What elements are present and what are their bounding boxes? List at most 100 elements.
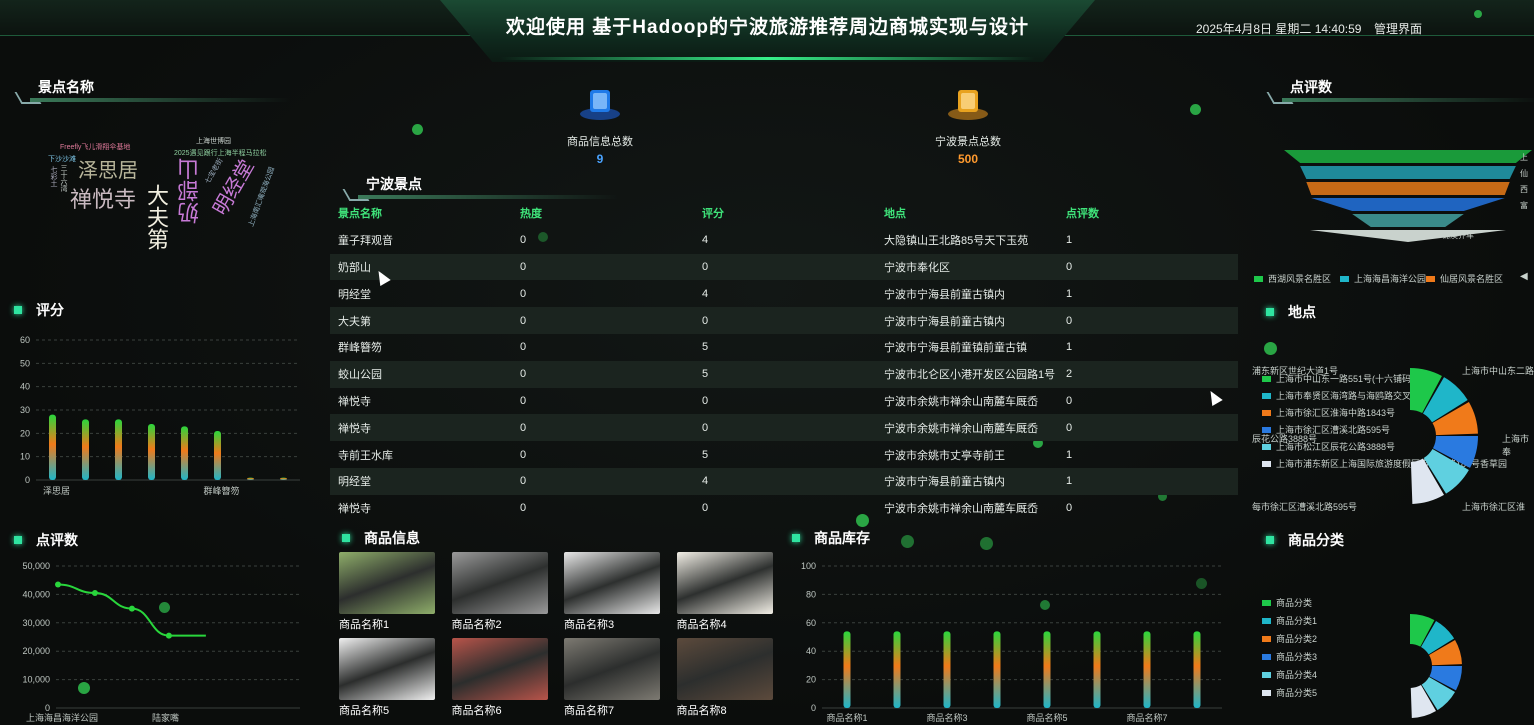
product-card[interactable]: 商品名称6 xyxy=(451,638,548,718)
decor-dot xyxy=(1190,104,1201,115)
legend-item[interactable]: 商品分类4 xyxy=(1262,668,1317,681)
table-row[interactable]: 明经堂 0 4 宁波市宁海县前童古镇内 1 xyxy=(330,467,1238,495)
inventory-bar xyxy=(1043,631,1051,708)
inventory-bar xyxy=(1143,631,1151,708)
product-image[interactable] xyxy=(339,638,435,700)
table-row[interactable]: 禅悦寺 0 0 宁波市余姚市禅余山南麓车厩岙 0 xyxy=(330,495,1238,522)
page-title: 欢迎使用 基于Hadoop的宁波旅游推荐周边商城实现与设计 xyxy=(506,17,1029,38)
table-row[interactable]: 明经堂 0 4 宁波市宁海县前童古镇内 1 xyxy=(330,280,1238,307)
y-tick-label: 100 xyxy=(801,561,816,571)
cloud-word: 下沙沙滩 xyxy=(48,156,76,163)
cloud-word: 2025遇见跟行上海半程马拉松 xyxy=(174,150,267,157)
review-point xyxy=(55,581,61,588)
x-tick-label: 上海海昌海洋公园 xyxy=(26,712,98,723)
table-row[interactable]: 蛟山公园 0 5 宁波市北仑区小港开发区公园路1号 2 xyxy=(330,360,1238,388)
legend-next-arrow[interactable]: ◀ xyxy=(1520,271,1528,282)
legend-label: 仙居风景名胜区 xyxy=(1440,274,1504,284)
table-cell: 0 xyxy=(520,394,527,407)
pie-outer-label: 上海市奉 xyxy=(1502,434,1530,457)
table-cell: 宁波市宁海县前童古镇内 xyxy=(884,315,1005,328)
legend-swatch xyxy=(1262,392,1271,399)
legend-label: 上海海昌海洋公园 xyxy=(1354,274,1427,284)
section-title-rating: 评分 xyxy=(14,300,64,320)
legend-label: 商品分类3 xyxy=(1276,652,1318,662)
product-name[interactable]: 商品名称2 xyxy=(452,616,548,632)
decor-dot xyxy=(901,535,914,548)
product-name[interactable]: 商品名称1 xyxy=(339,616,435,632)
legend-item[interactable]: 商品分类 xyxy=(1262,596,1312,609)
section-title-products: 商品信息 xyxy=(342,528,420,548)
table-cell: 宁波市奉化区 xyxy=(884,261,950,274)
legend-item[interactable]: 商品分类2 xyxy=(1262,632,1317,645)
funnel-label: 仙 xyxy=(1520,168,1528,178)
table-cell: 蛟山公园 xyxy=(338,369,382,382)
table-header: 景点名称 xyxy=(338,208,382,221)
inventory-bar xyxy=(893,631,901,708)
product-card[interactable]: 商品名称8 xyxy=(676,638,773,718)
product-card[interactable]: 商品名称4 xyxy=(676,552,773,632)
legend-swatch xyxy=(1254,275,1263,282)
product-card[interactable]: 商品名称5 xyxy=(339,638,435,718)
legend-item[interactable]: 商品分类5 xyxy=(1262,686,1317,699)
table-cell: 奶部山 xyxy=(338,261,371,274)
table-cell: 0 xyxy=(520,287,527,300)
table-cell: 0 xyxy=(520,448,527,461)
product-name[interactable]: 商品名称3 xyxy=(564,616,660,632)
section-title-ningbo-spots: 宁波景点 xyxy=(338,171,628,199)
product-image[interactable] xyxy=(451,552,548,614)
table-cell: 0 xyxy=(520,234,527,247)
legend-label: 商品分类4 xyxy=(1276,670,1318,680)
y-tick-label: 20,000 xyxy=(22,646,50,656)
pie-outer-label: 辰花公路3888号 xyxy=(1252,434,1318,444)
legend-item[interactable]: 商品分类1 xyxy=(1262,614,1317,627)
category-pie-chart xyxy=(1410,614,1462,718)
admin-link[interactable]: 管理界面 xyxy=(1374,20,1422,37)
product-card[interactable]: 商品名称7 xyxy=(564,638,660,718)
legend-item[interactable]: 西湖风景名胜区 xyxy=(1254,272,1331,285)
y-tick-label: 10,000 xyxy=(22,675,50,685)
table-row[interactable]: 寺前王水库 0 5 宁波市余姚市丈亭寺前王 1 xyxy=(330,441,1238,468)
table-cell: 0 xyxy=(520,341,527,354)
product-card[interactable]: 商品名称2 xyxy=(451,552,548,632)
legend-item[interactable]: 上海海昌海洋公园 xyxy=(1340,272,1426,285)
rating-chart: 0 10 20 30 40 50 60 泽思居 群峰簪笏 xyxy=(20,335,300,496)
product-card[interactable]: 商品名称1 xyxy=(339,552,435,632)
legend-item[interactable]: 仙居风景名胜区 xyxy=(1426,272,1503,285)
product-image[interactable] xyxy=(676,552,773,614)
x-tick-label: 泽思居 xyxy=(43,486,70,496)
table-cell: 明经堂 xyxy=(338,476,371,489)
table-row[interactable]: 群峰簪笏 0 5 宁波市宁海县前童镇前童古镇 1 xyxy=(330,334,1238,361)
table-cell: 宁波市余姚市丈亭寺前王 xyxy=(884,449,1005,462)
review-funnel-chart: 上仙西富锦溪乔车 xyxy=(1284,150,1532,242)
legend-label: 商品分类1 xyxy=(1276,616,1318,626)
y-tick-label: 30,000 xyxy=(22,618,50,628)
section-title-review-count: 点评数 xyxy=(14,530,78,550)
stat-label: 宁波景点总数 xyxy=(935,136,1001,148)
table-row[interactable]: 禅悦寺 0 0 宁波市余姚市禅余山南麓车厩岙 0 xyxy=(330,388,1238,415)
rating-bar xyxy=(115,419,122,480)
product-name[interactable]: 商品名称4 xyxy=(677,616,773,632)
table-cell: 5 xyxy=(702,341,709,354)
product-name[interactable]: 商品名称7 xyxy=(564,702,660,718)
product-name[interactable]: 商品名称8 xyxy=(677,702,773,718)
decor-dot xyxy=(980,537,993,550)
product-image[interactable] xyxy=(676,638,773,700)
product-image[interactable] xyxy=(339,552,435,614)
legend-item[interactable]: 商品分类3 xyxy=(1262,650,1317,663)
rating-bar xyxy=(148,424,155,480)
table-cell: 宁波市宁海县前童古镇内 xyxy=(884,476,1005,489)
table-row[interactable]: 大夫第 0 0 宁波市宁海县前童古镇内 0 xyxy=(330,307,1238,334)
product-name[interactable]: 商品名称5 xyxy=(339,702,435,718)
table-row[interactable]: 奶部山 0 0 宁波市奉化区 0 xyxy=(330,253,1238,281)
table-row[interactable]: 禅悦寺 0 0 宁波市余姚市禅余山南麓车厩岙 0 xyxy=(330,414,1238,442)
product-name[interactable]: 商品名称6 xyxy=(452,702,548,718)
product-card[interactable]: 商品名称3 xyxy=(564,552,660,632)
funnel-tip xyxy=(1310,230,1506,242)
table-cell: 寺前王水库 xyxy=(338,449,393,462)
product-image[interactable] xyxy=(564,638,660,700)
product-image[interactable] xyxy=(564,552,660,614)
table-cell: 0 xyxy=(702,394,709,407)
table-header: 热度 xyxy=(520,208,542,221)
product-image[interactable] xyxy=(451,638,548,700)
table-row[interactable]: 童子拜观音 0 4 大隐镇山王北路85号天下玉苑 1 xyxy=(330,227,1238,254)
